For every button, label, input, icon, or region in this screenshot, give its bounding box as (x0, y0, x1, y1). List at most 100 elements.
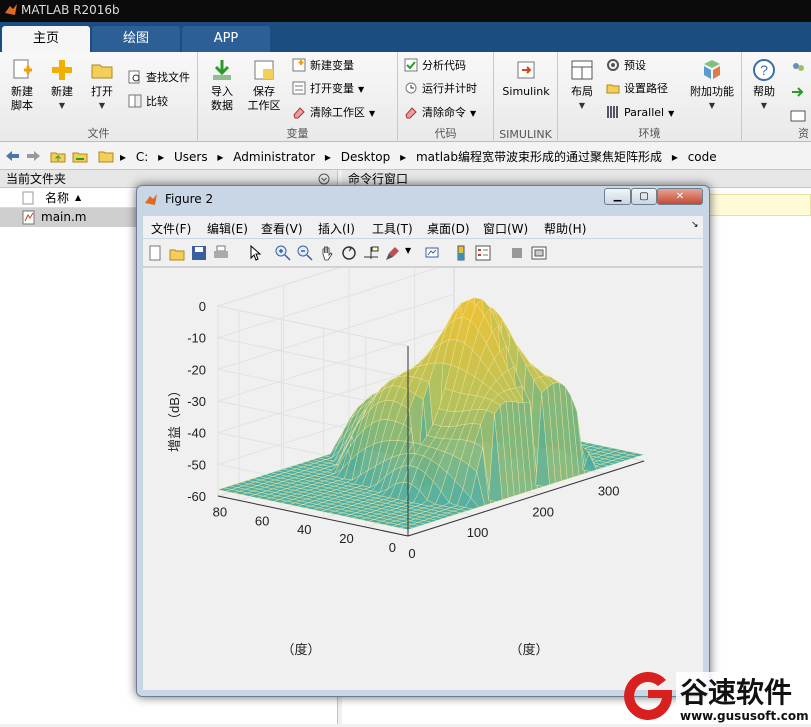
z-tick-label: -30 (187, 394, 206, 409)
simulink-button[interactable]: Simulink (500, 56, 552, 99)
name-column-label: 名称 (45, 191, 70, 205)
menu-tools[interactable]: 工具(T) (372, 220, 413, 237)
show-plot-tools-icon[interactable] (531, 245, 547, 261)
menu-desktop[interactable]: 桌面(D) (427, 220, 470, 237)
community-icon[interactable] (790, 60, 806, 76)
tab-apps[interactable]: APP (182, 26, 270, 52)
hide-plot-tools-icon[interactable] (509, 245, 525, 261)
menu-view[interactable]: 查看(V) (261, 220, 303, 237)
address-bar: ▸ C: ▸ Users ▸ Administrator ▸ Desktop ▸… (0, 143, 811, 170)
link-plot-icon[interactable] (425, 245, 441, 261)
new-script-button[interactable]: 新建 脚本 (2, 56, 42, 113)
code-group: 分析代码 运行并计时 清除命令 ▼ 代码 (398, 52, 494, 142)
run-and-time-label: 运行并计时 (422, 82, 477, 95)
rotate-3d-icon[interactable] (341, 245, 357, 261)
new-button[interactable]: 新建 ▼ (42, 56, 82, 113)
open-file-icon[interactable] (169, 245, 185, 261)
request-support-icon[interactable] (790, 84, 806, 100)
print-icon[interactable] (213, 245, 229, 261)
chevron-down-icon: ▼ (358, 85, 365, 94)
breadcrumb-item[interactable]: Desktop (341, 150, 391, 164)
pointer-icon[interactable] (247, 245, 263, 261)
forward-arrow-icon[interactable] (26, 149, 42, 163)
breadcrumb-item[interactable]: Users (174, 150, 208, 164)
browse-folder-icon[interactable] (72, 149, 88, 163)
chevron-down-icon[interactable]: ▼ (405, 246, 411, 255)
up-folder-icon[interactable] (50, 149, 66, 163)
import-data-button[interactable]: 导入 数据 (202, 56, 242, 113)
learn-matlab-icon[interactable] (790, 108, 806, 124)
figure-canvas[interactable]: 0 -10 -20 -30 -40 -50 -60 0 100 200 300 0 20 40 60 80 增益… (143, 230, 703, 690)
chevron-down-icon: ▼ (98, 101, 106, 110)
menu-arrow-icon[interactable]: ↘ (691, 220, 699, 230)
y-tick-label: 20 (339, 531, 353, 546)
save-workspace-button[interactable]: 保存 工作区 (244, 56, 284, 113)
tab-plots[interactable]: 绘图 (92, 26, 180, 52)
parallel-icon (607, 106, 618, 118)
figure-title-bar[interactable]: Figure 2 ▁ ▢ ✕ (137, 186, 709, 214)
chevron-down-icon: ▼ (668, 109, 675, 118)
add-ons-button[interactable]: 附加功能 ▼ (686, 56, 738, 113)
find-files-button[interactable]: 查找文件 (128, 68, 190, 88)
menu-edit[interactable]: 编辑(E) (207, 220, 248, 237)
breadcrumb-item[interactable]: matlab编程宽带波束形成的通过聚焦矩阵形成 (416, 150, 662, 164)
figure-window[interactable]: Figure 2 ▁ ▢ ✕ 文件(F) 编辑(E) 查看(V) 插入(I) 工… (136, 185, 710, 697)
run-and-time-button[interactable]: 运行并计时 (404, 79, 477, 99)
layout-label: 布局 (571, 85, 593, 98)
set-path-label: 设置路径 (624, 82, 668, 95)
minimize-button[interactable]: ▁ (604, 188, 631, 205)
y-tick-label: 0 (389, 540, 396, 555)
compare-button[interactable]: 比较 (128, 92, 168, 112)
current-folder-title: 当前文件夹 (6, 172, 67, 186)
colorbar-icon[interactable] (453, 245, 469, 261)
file-group: 新建 脚本 新建 ▼ 打开 ▼ 查找文件 比较 文件 (0, 52, 198, 142)
menu-window[interactable]: 窗口(W) (483, 220, 528, 237)
back-arrow-icon[interactable] (4, 149, 20, 163)
preferences-button[interactable]: 预设 (606, 56, 646, 76)
close-button[interactable]: ✕ (657, 188, 703, 205)
clear-commands-button[interactable]: 清除命令 ▼ (404, 103, 476, 123)
menu-help[interactable]: 帮助(H) (544, 220, 586, 237)
layout-icon (571, 60, 593, 80)
add-ons-icon (704, 60, 720, 79)
menu-file[interactable]: 文件(F) (151, 220, 191, 237)
watermark-brand: 谷速软件 (680, 676, 792, 709)
new-figure-icon[interactable] (147, 245, 163, 261)
z-axis-label: 增益（dB） (167, 384, 182, 452)
y-axis-label: （度） (281, 642, 320, 657)
brush-icon[interactable] (385, 245, 401, 261)
plus-icon (52, 60, 72, 80)
analyze-code-button[interactable]: 分析代码 (404, 56, 466, 76)
breadcrumb-item[interactable]: Administrator (233, 150, 315, 164)
data-cursor-icon[interactable] (363, 245, 379, 261)
clear-workspace-button[interactable]: 清除工作区 ▼ (292, 103, 375, 123)
zoom-in-icon[interactable] (275, 245, 291, 261)
maximize-button[interactable]: ▢ (631, 188, 657, 205)
watermark-g-icon: 谷速软件 www.gususoft.com (624, 671, 811, 724)
breadcrumb-item[interactable]: code (688, 150, 717, 164)
compare-icon (128, 94, 142, 108)
surface-plot[interactable]: 0 -10 -20 -30 -40 -50 -60 0 100 200 300 0 20 40 60 80 增益… (143, 230, 703, 690)
info-bar (708, 194, 811, 216)
variable-group: 导入 数据 保存 工作区 新建变量 打开变量 ▼ 清除工作区 ▼ 变量 (198, 52, 398, 142)
maximize-icon: ▢ (639, 191, 649, 202)
open-button[interactable]: 打开 ▼ (82, 56, 122, 113)
parallel-button[interactable]: Parallel ▼ (606, 103, 674, 123)
help-button[interactable]: ? 帮助 ▼ (744, 56, 784, 113)
pan-hand-icon[interactable] (319, 245, 335, 261)
open-variable-button[interactable]: 打开变量 ▼ (292, 79, 364, 99)
breadcrumb[interactable]: ▸ C: ▸ Users ▸ Administrator ▸ Desktop ▸… (120, 148, 723, 165)
new-variable-button[interactable]: 新建变量 (292, 56, 354, 76)
set-path-button[interactable]: 设置路径 (606, 79, 668, 99)
legend-icon[interactable] (475, 245, 491, 261)
zoom-out-icon[interactable] (297, 245, 313, 261)
compare-label: 比较 (146, 95, 168, 108)
breadcrumb-item[interactable]: C: (136, 150, 148, 164)
save-icon[interactable] (191, 245, 207, 261)
save-workspace-label: 保存 工作区 (247, 85, 281, 112)
tab-home[interactable]: 主页 (2, 26, 90, 52)
menu-insert[interactable]: 插入(I) (318, 220, 355, 237)
panel-menu-icon[interactable] (318, 173, 330, 185)
watermark-logo: 谷速软件 www.gususoft.com (614, 668, 811, 724)
layout-button[interactable]: 布局 ▼ (562, 56, 602, 113)
